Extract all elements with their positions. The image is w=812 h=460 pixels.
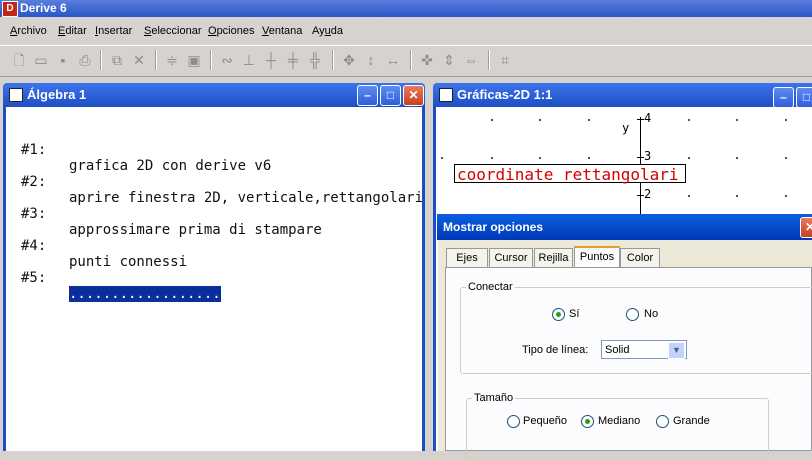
- app-title: Derive 6: [20, 1, 67, 15]
- size-medium-radio[interactable]: [581, 415, 594, 428]
- annotation-box[interactable]: coordinate rettangolari: [454, 164, 686, 184]
- save-icon[interactable]: ▪: [54, 51, 72, 69]
- tab-rejilla[interactable]: Rejilla: [534, 248, 573, 268]
- graphics-window-title-bar[interactable]: Gráficas-2D 1:1 – □: [433, 83, 812, 108]
- tick-label-2: 2: [644, 187, 652, 201]
- derive-logo-icon: D: [2, 1, 18, 17]
- conectar-group: [460, 287, 812, 374]
- move-icon[interactable]: ✥: [340, 51, 358, 69]
- app-title-bar[interactable]: D Derive 6: [0, 0, 812, 17]
- selected-expression[interactable]: ..................: [69, 286, 221, 302]
- simplify-icon[interactable]: ≑: [163, 51, 181, 69]
- tab-ejes[interactable]: Ejes: [446, 248, 488, 268]
- menu-insertar[interactable]: Insertar: [95, 25, 132, 37]
- menu-seleccionar[interactable]: Seleccionar: [144, 25, 201, 37]
- conectar-legend: Conectar: [466, 281, 515, 293]
- conectar-no-radio[interactable]: [626, 308, 639, 321]
- algebra-window-body[interactable]: #1: grafica 2D con derive v6 #2: aprire …: [3, 107, 425, 451]
- conectar-yes-label[interactable]: Sí: [569, 308, 579, 320]
- tick-4: [637, 119, 644, 120]
- zoom-in-icon[interactable]: ⇕: [440, 51, 458, 69]
- dialog-title-bar[interactable]: Mostrar opciones: [437, 214, 812, 240]
- line-type-value: Solid: [605, 344, 630, 356]
- tab-color[interactable]: Color: [620, 248, 660, 268]
- minimize-button[interactable]: –: [357, 85, 378, 106]
- conectar-no-label[interactable]: No: [644, 308, 658, 320]
- tick-3: [637, 157, 644, 158]
- new-file-icon[interactable]: 🗋: [10, 51, 28, 69]
- size-legend: Tamaño: [472, 392, 516, 404]
- integrate-icon[interactable]: ┼: [262, 51, 280, 69]
- size-large-label[interactable]: Grande: [673, 415, 710, 427]
- conectar-yes-radio[interactable]: [552, 308, 565, 321]
- expression-row-5[interactable]: #5: ..................: [21, 254, 221, 318]
- size-large-radio[interactable]: [656, 415, 669, 428]
- chevron-down-icon[interactable]: ▼: [668, 342, 685, 359]
- dialog-close-button[interactable]: ✕: [800, 217, 812, 238]
- graphics-maximize-button[interactable]: □: [796, 87, 812, 108]
- toolbar: 🗋 ▭ ▪ ⎙ ⧉ ✕ ≑ ▣ ∾ ⊥ ┼ ╪ ╬ ✥ ↕ ↔ ✜ ⇕ ⇔ ⌗: [0, 45, 812, 77]
- horizontal-icon[interactable]: ↔: [384, 51, 402, 69]
- factor-icon[interactable]: ⊥: [240, 51, 258, 69]
- menu-opciones[interactable]: Opciones: [208, 25, 254, 37]
- copy-icon[interactable]: ⧉: [108, 51, 126, 69]
- tick-label-3: 3: [644, 149, 652, 163]
- print-icon[interactable]: ⎙: [76, 51, 94, 69]
- dialog-title: Mostrar opciones: [443, 220, 544, 234]
- menu-ayuda[interactable]: Ayuda: [312, 25, 343, 37]
- menu-ventana[interactable]: Ventana: [262, 25, 302, 37]
- y-axis-label: y: [622, 121, 630, 135]
- close-button[interactable]: ✕: [403, 85, 424, 106]
- differentiate-icon[interactable]: ╪: [284, 51, 302, 69]
- limit-icon[interactable]: ╬: [306, 51, 324, 69]
- maximize-button[interactable]: □: [380, 85, 401, 106]
- tick-2: [637, 195, 644, 196]
- zoom-out-icon[interactable]: ⇔: [462, 51, 480, 69]
- center-icon[interactable]: ✜: [418, 51, 436, 69]
- size-small-label[interactable]: Pequeño: [523, 415, 567, 427]
- delete-icon[interactable]: ✕: [130, 51, 148, 69]
- zoom-icon[interactable]: ⌗: [496, 51, 514, 69]
- menu-editar[interactable]: Editar: [58, 25, 87, 37]
- line-type-select[interactable]: Solid ▼: [601, 340, 687, 359]
- graphics-minimize-button[interactable]: –: [773, 87, 794, 108]
- size-small-radio[interactable]: [507, 415, 520, 428]
- open-folder-icon[interactable]: ▭: [32, 51, 50, 69]
- graphics-window-title: Gráficas-2D 1:1: [457, 87, 553, 102]
- expand-icon[interactable]: ∾: [218, 51, 236, 69]
- line-type-label: Tipo de línea:: [522, 344, 589, 356]
- size-medium-label[interactable]: Mediano: [598, 415, 640, 427]
- tab-cursor[interactable]: Cursor: [489, 248, 533, 268]
- approximate-icon[interactable]: ▣: [185, 51, 203, 69]
- tick-label-4: 4: [644, 111, 652, 125]
- menu-archivo[interactable]: Archivo: [10, 25, 47, 37]
- vertical-icon[interactable]: ↕: [362, 51, 380, 69]
- algebra-window-icon: [9, 88, 23, 102]
- graphics-window-icon: [439, 88, 453, 102]
- menu-bar: Archivo Editar Insertar Seleccionar Opci…: [0, 22, 812, 42]
- algebra-window-title-bar[interactable]: Álgebra 1 – □ ✕: [3, 83, 425, 107]
- algebra-window-title: Álgebra 1: [27, 87, 87, 102]
